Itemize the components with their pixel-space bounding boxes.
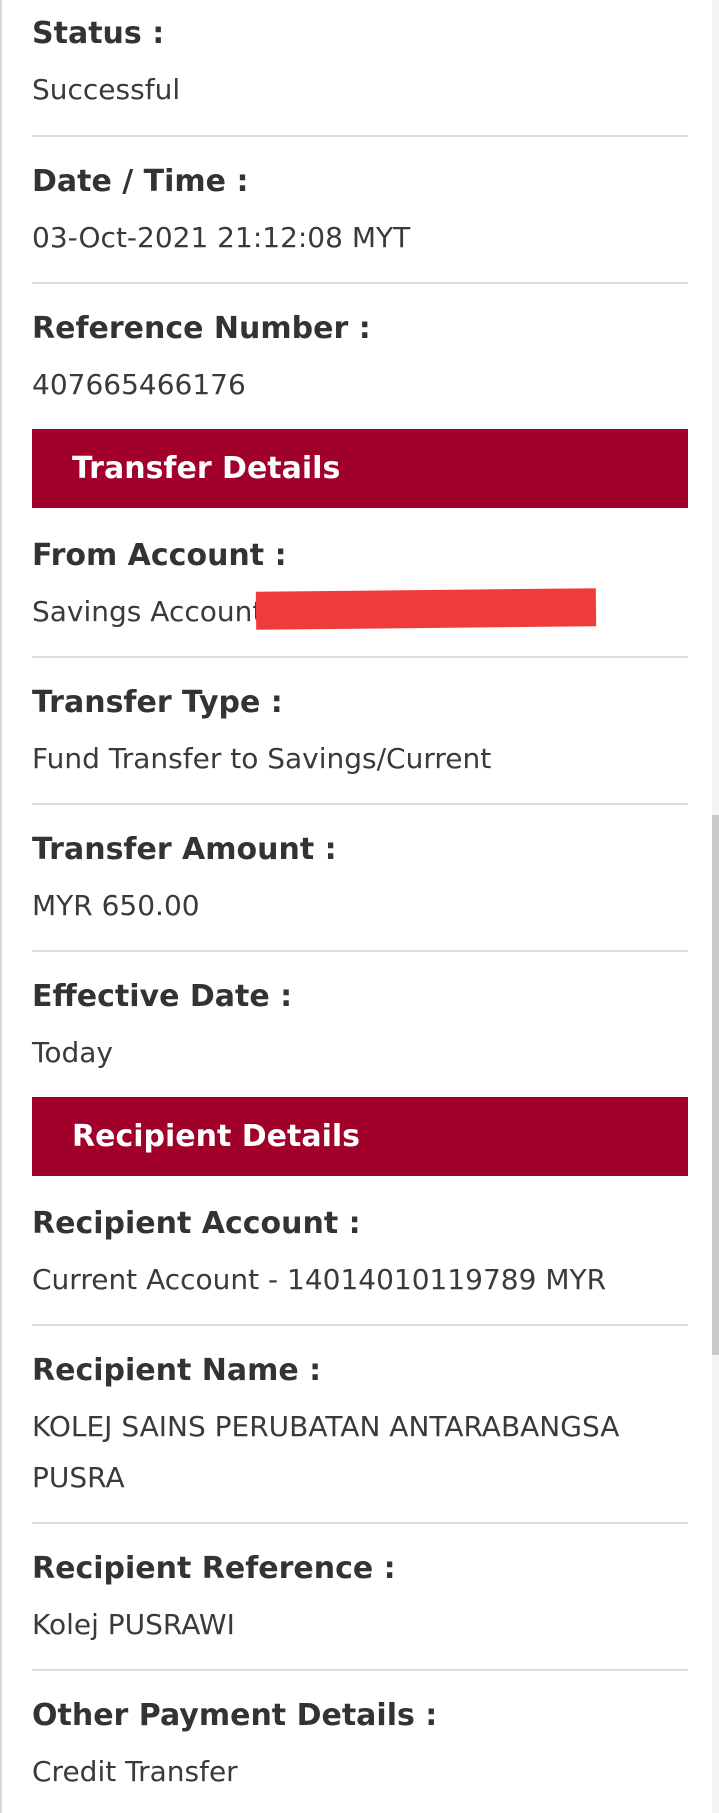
from-account-label: From Account :: [32, 538, 287, 573]
recipient-details-header: Recipient Details: [32, 1097, 688, 1176]
recipient-reference-field: Recipient Reference : Kolej PUSRAWI: [32, 1549, 688, 1671]
reference-number-field: Reference Number : 407665466176: [32, 309, 688, 419]
recipient-account-value: Current Account - 14014010119789 MYR: [32, 1263, 607, 1296]
recipient-name-label: Recipient Name :: [32, 1353, 322, 1388]
other-payment-details-label: Other Payment Details :: [32, 1698, 438, 1733]
status-label: Status :: [32, 16, 165, 51]
effective-date-value: Today: [32, 1036, 113, 1069]
transfer-amount-value: MYR 650.00: [32, 889, 200, 922]
other-payment-details-value: Credit Transfer: [32, 1755, 238, 1788]
effective-date-field: Effective Date : Today: [32, 977, 688, 1087]
transfer-amount-label: Transfer Amount :: [32, 832, 337, 867]
transfer-type-field: Transfer Type : Fund Transfer to Savings…: [32, 683, 688, 805]
transfer-type-label: Transfer Type :: [32, 685, 283, 720]
reference-number-label: Reference Number :: [32, 311, 371, 346]
transfer-amount-field: Transfer Amount : MYR 650.00: [32, 830, 688, 952]
date-time-label: Date / Time :: [32, 164, 249, 199]
effective-date-label: Effective Date :: [32, 979, 293, 1014]
transfer-type-value: Fund Transfer to Savings/Current: [32, 742, 492, 775]
page-left-edge: [0, 0, 2, 1813]
status-value: Successful: [32, 73, 181, 106]
reference-number-value: 407665466176: [32, 368, 246, 401]
date-time-field: Date / Time : 03-Oct-2021 21:12:08 MYT: [32, 162, 688, 284]
recipient-name-field: Recipient Name : KOLEJ SAINS PERUBATAN A…: [32, 1351, 688, 1524]
recipient-reference-label: Recipient Reference :: [32, 1551, 396, 1586]
recipient-name-value-line1: KOLEJ SAINS PERUBATAN ANTARABANGSA: [32, 1410, 620, 1443]
date-time-value: 03-Oct-2021 21:12:08 MYT: [32, 221, 411, 254]
recipient-name-value-line2: PUSRA: [32, 1461, 125, 1494]
account-number-redaction: [255, 588, 597, 630]
status-field: Status : Successful: [32, 14, 688, 137]
transfer-details-header: Transfer Details: [32, 429, 688, 508]
scrollbar-thumb[interactable]: [712, 815, 719, 1355]
recipient-account-field: Recipient Account : Current Account - 14…: [32, 1204, 688, 1326]
recipient-reference-value: Kolej PUSRAWI: [32, 1608, 235, 1641]
recipient-account-label: Recipient Account :: [32, 1206, 361, 1241]
other-payment-details-field: Other Payment Details : Credit Transfer: [32, 1696, 688, 1806]
